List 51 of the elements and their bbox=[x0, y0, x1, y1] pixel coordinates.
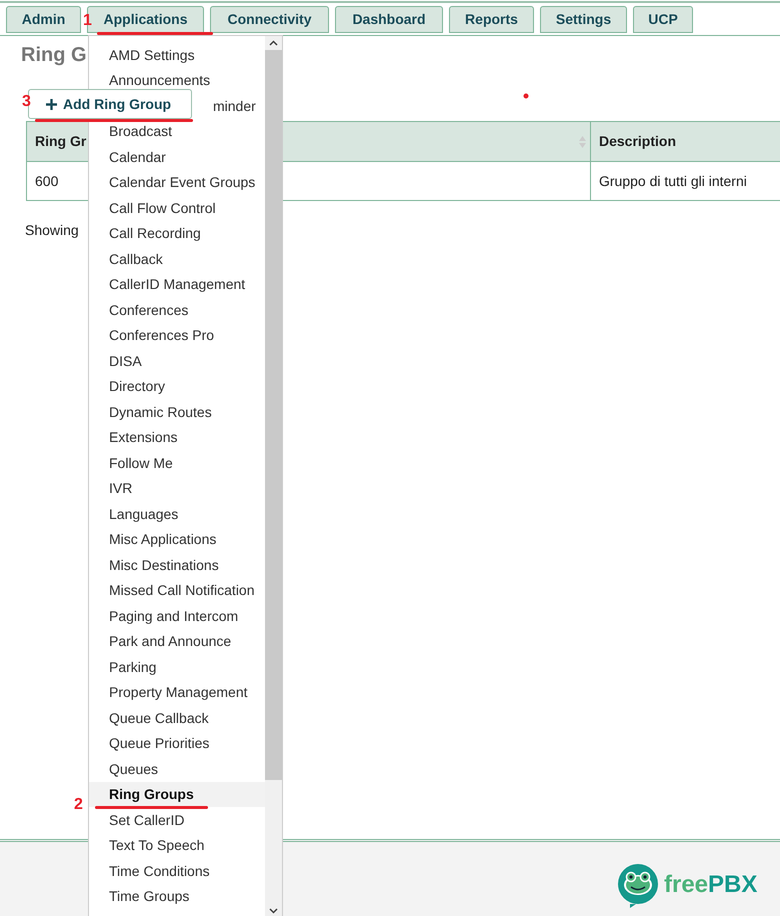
menu-item[interactable]: Calendar Event Groups bbox=[109, 174, 256, 190]
menu-item[interactable]: AMD Settings bbox=[109, 46, 195, 63]
menu-item[interactable]: Parking bbox=[109, 658, 156, 675]
menu-item[interactable]: Misc Destinations bbox=[109, 556, 219, 573]
menu-item[interactable]: Announcements bbox=[109, 72, 210, 88]
scroll-up-icon[interactable] bbox=[269, 40, 278, 46]
menu-item[interactable]: Text To Speech bbox=[109, 837, 204, 854]
menu-item[interactable]: Queue Priorities bbox=[109, 735, 210, 752]
menu-item[interactable]: Broadcast bbox=[109, 123, 172, 140]
frog-logo-icon bbox=[616, 862, 660, 908]
menu-item[interactable]: Languages bbox=[109, 506, 178, 522]
nav-tab[interactable]: Admin bbox=[6, 6, 81, 33]
menu-item[interactable]: Time Groups bbox=[109, 888, 190, 904]
annotation-number: 3 bbox=[22, 94, 31, 110]
menu-item[interactable]: Dynamic Routes bbox=[109, 404, 212, 420]
annotation-number: 2 bbox=[74, 797, 83, 813]
menu-item[interactable]: Queues bbox=[109, 760, 158, 777]
menu-item[interactable]: Paging and Intercom bbox=[109, 608, 238, 624]
nav-tab[interactable]: UCP bbox=[633, 6, 693, 33]
menu-item[interactable]: Extensions bbox=[109, 429, 178, 446]
logo-text: freePBX bbox=[664, 873, 758, 897]
menu-item[interactable]: Directory bbox=[109, 378, 166, 394]
menu-item[interactable]: Set CallerID bbox=[109, 812, 184, 828]
menu-item[interactable]: Misc Applications bbox=[109, 531, 216, 548]
menu-item[interactable]: minder bbox=[213, 98, 256, 114]
menu-item[interactable]: Call Flow Control bbox=[109, 200, 216, 216]
menu-item[interactable]: Follow Me bbox=[109, 454, 173, 471]
menu-item[interactable]: Call Recording bbox=[109, 225, 201, 242]
menu-item[interactable]: Missed Call Notification bbox=[109, 582, 254, 598]
page-title: Ring G bbox=[21, 43, 87, 68]
menu-item[interactable]: CallerID Management bbox=[109, 276, 246, 292]
plus-icon bbox=[46, 98, 57, 110]
column-header[interactable]: Description bbox=[590, 122, 780, 162]
table-info-text: Showing bbox=[25, 221, 79, 240]
nav-tab[interactable]: Settings bbox=[540, 6, 627, 33]
menu-item[interactable]: Conferences bbox=[109, 302, 188, 318]
dot-mark bbox=[524, 94, 528, 98]
nav-tab[interactable]: Connectivity bbox=[210, 6, 329, 33]
menu-item[interactable]: Conferences Pro bbox=[109, 327, 214, 344]
menu-item[interactable]: IVR bbox=[109, 480, 132, 496]
menu-item[interactable]: Property Management bbox=[109, 684, 248, 700]
scroll-down-icon[interactable] bbox=[269, 908, 278, 914]
menu-item[interactable]: Queue Callback bbox=[109, 710, 209, 726]
menu-item[interactable]: DISA bbox=[109, 352, 142, 369]
menu-item[interactable]: Park and Announce bbox=[109, 633, 232, 650]
nav-tab[interactable]: Reports bbox=[449, 6, 534, 33]
menu-item[interactable]: Time Conditions bbox=[109, 862, 210, 879]
scrollbar-thumb[interactable] bbox=[265, 50, 282, 780]
table-cell: Gruppo di tutti gli interni bbox=[590, 162, 780, 200]
nav-tab[interactable]: Dashboard bbox=[335, 6, 443, 33]
menu-item[interactable]: Callback bbox=[109, 250, 163, 267]
